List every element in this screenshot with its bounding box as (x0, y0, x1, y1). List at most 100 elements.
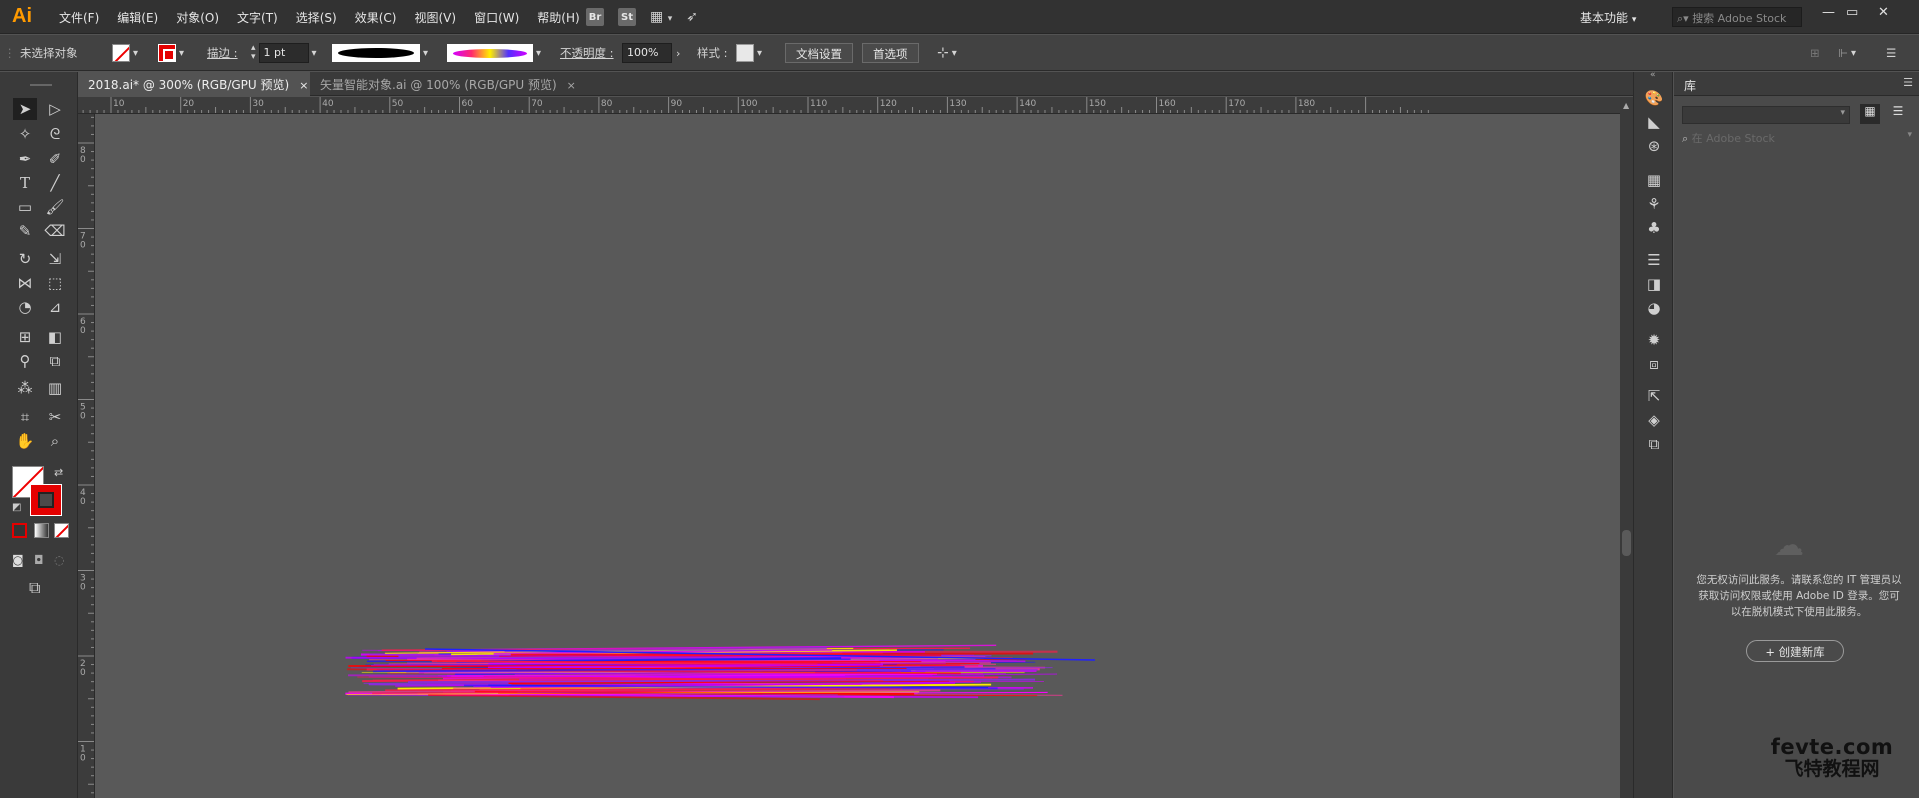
gradient-panel-icon[interactable]: ◨ (1634, 272, 1674, 296)
gradient-tool-icon[interactable]: ◧ (43, 326, 67, 348)
opacity-field[interactable]: 100% (622, 43, 672, 63)
document-setup-button[interactable]: 文档设置 (785, 43, 853, 63)
shaper-tool-icon[interactable]: ✎ (13, 220, 37, 242)
color-guide-icon[interactable]: ◣ (1634, 110, 1674, 134)
swatches-icon[interactable]: ▦ (1634, 168, 1674, 192)
vertical-ruler[interactable]: 8070605040302010 (78, 114, 95, 798)
scroll-thumb[interactable] (1622, 530, 1631, 556)
swap-fill-stroke-icon[interactable]: ⇄ (54, 466, 63, 479)
line-tool-icon[interactable]: ╱ (43, 172, 67, 194)
default-fill-stroke-icon[interactable]: ◩ (12, 502, 21, 513)
menu-effect[interactable]: 效果(C) (346, 9, 406, 26)
eyedropper-tool-icon[interactable]: ⚲ (13, 350, 37, 372)
stock-search-input[interactable]: ⌕▾ 搜索 Adobe Stock (1672, 7, 1802, 27)
libraries-title[interactable]: 库 (1684, 77, 1696, 94)
chevron-down-icon[interactable]: ▾ (423, 48, 428, 59)
width-tool-icon[interactable]: ⋈ (13, 272, 37, 294)
slice-tool-icon[interactable]: ✂ (43, 406, 67, 428)
properties-icon[interactable]: ⊛ (1634, 134, 1674, 158)
rotate-tool-icon[interactable]: ↻ (13, 248, 37, 270)
hand-tool-icon[interactable]: ✋ (13, 430, 37, 452)
align-icon[interactable]: ⊞ (1810, 43, 1820, 63)
transparency-icon[interactable]: ◕ (1634, 296, 1674, 320)
create-library-button[interactable]: + 创建新库 (1746, 640, 1844, 662)
transform-icon[interactable]: ⊩ ▾ (1838, 43, 1856, 63)
stroke-color-swatch[interactable] (158, 44, 176, 62)
chevron-down-icon[interactable]: ▾ (536, 48, 541, 59)
fill-control[interactable]: ▾ (112, 43, 138, 63)
rectangle-tool-icon[interactable]: ▭ (13, 196, 37, 218)
scale-tool-icon[interactable]: ⇲ (43, 248, 67, 270)
tab-2018-ai[interactable]: 2018.ai* @ 300% (RGB/GPU 预览) × (78, 72, 310, 96)
quick-actions-icon[interactable]: ⊹ ▾ (937, 43, 957, 63)
stroke-control[interactable]: ▾ (158, 43, 184, 63)
draw-behind-icon[interactable]: ◘ (34, 553, 44, 567)
menu-view[interactable]: 视图(V) (405, 9, 465, 26)
fill-none-swatch[interactable] (112, 44, 130, 62)
brush-definition[interactable]: ▾ (447, 43, 541, 63)
stroke-weight-field[interactable]: 1 pt (258, 43, 309, 63)
vertical-scrollbar[interactable]: ▲ (1620, 97, 1633, 798)
graphic-style-control[interactable]: ▾ (736, 43, 762, 63)
chevron-down-icon[interactable]: ▾ (757, 48, 762, 59)
lasso-tool-icon[interactable]: ᘓ (43, 123, 67, 145)
type-tool-icon[interactable]: T (13, 172, 37, 194)
brush-preview[interactable] (447, 44, 533, 62)
panel-menu-icon[interactable]: ☰ (1886, 43, 1896, 63)
close-window-button[interactable]: ✕ (1878, 5, 1889, 20)
horizontal-ruler[interactable]: 10 20 30 40 50 60 70 80 90 100 110 120 130 140 150 160 1… (78, 97, 1620, 114)
close-tab-icon[interactable]: × (567, 79, 576, 92)
width-profile-preview[interactable] (332, 44, 420, 62)
selection-tool-icon[interactable]: ➤ (13, 98, 37, 120)
minimize-button[interactable]: — (1822, 5, 1835, 20)
artboards-icon[interactable]: ⧉ (1634, 432, 1674, 456)
gpu-performance-icon[interactable]: ➶ (686, 9, 698, 25)
mesh-tool-icon[interactable]: ⊞ (13, 326, 37, 348)
artboard-canvas[interactable] (95, 114, 1620, 798)
magic-wand-tool-icon[interactable]: ✧ (13, 123, 37, 145)
tab-smart-object[interactable]: 矢量智能对象.ai @ 100% (RGB/GPU 预览) × (310, 72, 580, 96)
graphic-style-swatch[interactable] (736, 44, 754, 62)
collapse-icon[interactable]: « (1650, 70, 1656, 80)
pen-tool-icon[interactable]: ✒ (13, 148, 37, 170)
free-transform-tool-icon[interactable]: ⬚ (43, 272, 67, 294)
column-graph-tool-icon[interactable]: ▥ (43, 377, 67, 399)
color-panel-icon[interactable]: 🎨 (1634, 86, 1674, 110)
restore-button[interactable]: ▭ (1846, 5, 1858, 20)
curvature-tool-icon[interactable]: ✐ (43, 148, 67, 170)
opacity-control[interactable]: 100% › (622, 43, 680, 63)
stock-icon[interactable]: St (618, 8, 636, 26)
graphic-styles-icon[interactable]: ⧈ (1634, 352, 1674, 376)
chevron-down-icon[interactable]: ▾ (133, 48, 138, 59)
eraser-tool-icon[interactable]: ⌫ (43, 220, 67, 242)
close-tab-icon[interactable]: × (299, 79, 308, 92)
menu-edit[interactable]: 编辑(E) (108, 9, 167, 26)
menu-file[interactable]: 文件(F) (50, 9, 108, 26)
stroke-panel-icon[interactable]: ☰ (1634, 248, 1674, 272)
brushes-icon[interactable]: ⚘ (1634, 192, 1674, 216)
opacity-label[interactable]: 不透明度 : (560, 43, 614, 63)
symbols-icon[interactable]: ♣ (1634, 216, 1674, 240)
panel-menu-icon[interactable]: ☰ (1903, 76, 1913, 89)
bridge-icon[interactable]: Br (586, 8, 604, 26)
stroke-label[interactable]: 描边 : (207, 43, 238, 63)
layers-icon[interactable]: ◈ (1634, 408, 1674, 432)
direct-selection-tool-icon[interactable]: ▷ (43, 98, 67, 120)
color-mode-icon[interactable] (12, 523, 27, 538)
shape-builder-tool-icon[interactable]: ◔ (13, 296, 37, 318)
preferences-button[interactable]: 首选项 (862, 43, 919, 63)
screen-mode-icon[interactable]: ⧉ (29, 578, 40, 598)
stroke-weight-control[interactable]: ▴ ▾ 1 pt ▾ (251, 43, 317, 63)
blend-tool-icon[interactable]: ⧉ (43, 350, 67, 372)
perspective-grid-tool-icon[interactable]: ⊿ (43, 296, 67, 318)
paintbrush-tool-icon[interactable]: 🖌 (43, 196, 67, 218)
appearance-icon[interactable]: ✹ (1634, 328, 1674, 352)
menu-select[interactable]: 选择(S) (287, 9, 346, 26)
menu-window[interactable]: 窗口(W) (465, 9, 528, 26)
draw-inside-icon[interactable]: ◌ (54, 553, 64, 567)
library-search[interactable]: ⌕ 在 Adobe Stock ▾ (1682, 130, 1912, 148)
export-icon[interactable]: ⇱ (1634, 384, 1674, 408)
menu-object[interactable]: 对象(O) (167, 9, 228, 26)
stepper-icon[interactable]: ▴ ▾ (251, 44, 256, 62)
library-dropdown[interactable]: ▾ (1682, 106, 1850, 124)
